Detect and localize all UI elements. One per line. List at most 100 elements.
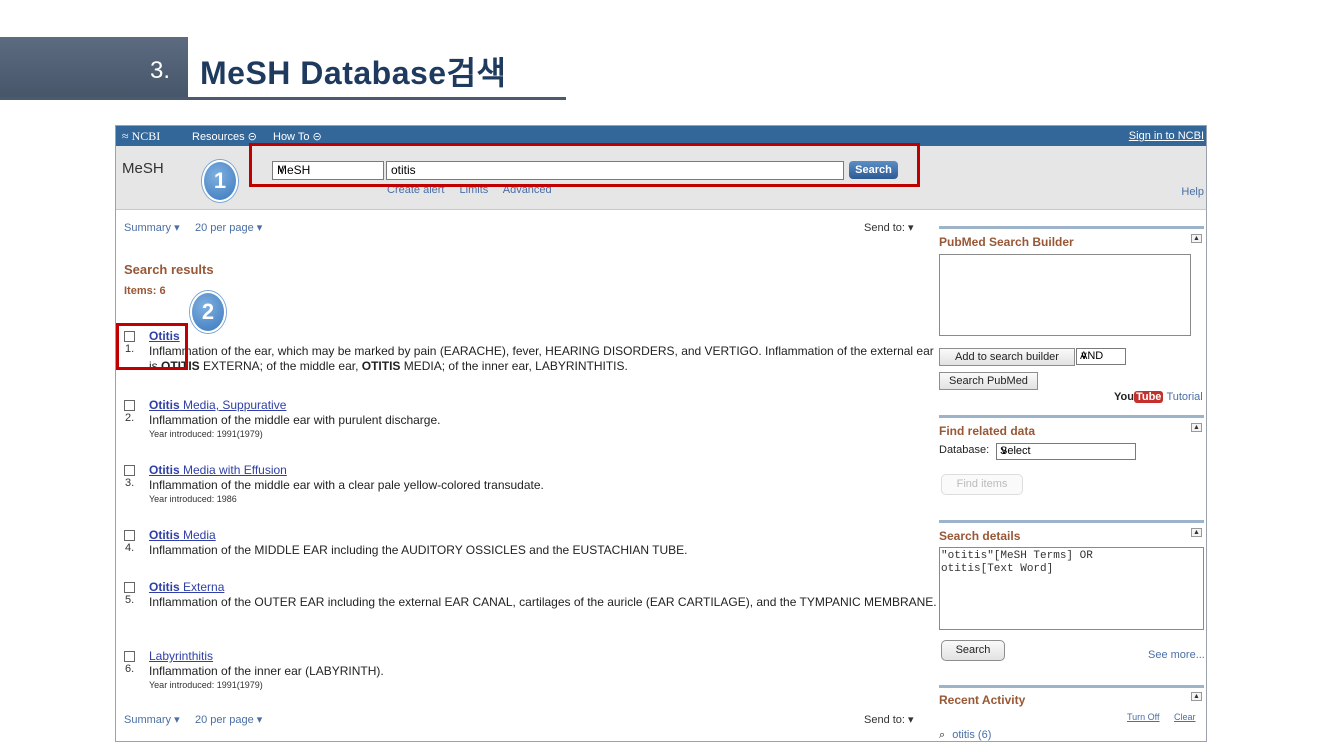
result-year: Year introduced: 1986	[149, 494, 237, 504]
result-title-link[interactable]: Otitis Media with Effusion	[149, 463, 287, 477]
result-number: 6.	[125, 663, 135, 675]
see-more-link[interactable]: See more...	[1148, 649, 1205, 661]
result-title-link[interactable]: Otitis Media, Suppurative	[149, 398, 286, 412]
recent-activity-label: otitis (6)	[952, 729, 992, 741]
result-number: 2.	[125, 412, 135, 424]
result-checkbox[interactable]	[124, 582, 135, 593]
per-page-label: 20 per page	[195, 714, 254, 726]
recent-activity-title: Recent Activity	[939, 693, 1026, 707]
slide-title: MeSH Database검색	[200, 55, 507, 91]
result-item: 1. Otitis Inflammation of the ear, which…	[124, 329, 934, 373]
send-to-menu[interactable]: Send to: ▾	[864, 221, 914, 234]
caret-down-icon: ▾	[174, 222, 180, 234]
result-title-link[interactable]: Otitis Media	[149, 528, 216, 542]
query-line: otitis[Text Word]	[941, 563, 1054, 575]
slide-header-underline	[0, 97, 566, 100]
sign-in-link[interactable]: Sign in to NCBI	[1129, 130, 1204, 142]
result-title-rest: Media	[179, 528, 216, 542]
result-desc-part: MEDIA; of the inner ear, LABYRINTHITIS.	[400, 359, 628, 373]
collapse-icon[interactable]: ▲	[1191, 528, 1202, 537]
summary-format-menu[interactable]: Summary ▾	[124, 221, 180, 234]
tutorial-label: Tutorial	[1166, 391, 1203, 403]
search-builder-box[interactable]	[939, 254, 1191, 336]
related-database-select[interactable]: Select ∨	[996, 443, 1136, 460]
result-item: 2. Otitis Media, Suppurative Inflammatio…	[124, 398, 934, 439]
search-details-query[interactable]: "otitis"[MeSH Terms] OR otitis[Text Word…	[939, 547, 1204, 630]
help-link[interactable]: Help	[1181, 186, 1204, 198]
panel-divider	[939, 685, 1204, 688]
result-year: Year introduced: 1991(1979)	[149, 680, 263, 690]
result-desc-part: EXTERNA; of the middle ear,	[199, 359, 362, 373]
database-label: Database:	[939, 444, 990, 456]
caret-down-icon: ▾	[256, 714, 263, 726]
chevron-down-icon: ⊝	[247, 131, 257, 143]
clear-link[interactable]: Clear	[1174, 712, 1196, 722]
summary-label: Summary	[124, 222, 172, 234]
panel-divider	[939, 226, 1204, 229]
chevron-down-icon: ∨	[1000, 445, 1009, 457]
result-description: Inflammation of the OUTER EAR including …	[149, 595, 937, 609]
ncbi-logo-icon: ≈	[122, 129, 129, 143]
panel-divider	[939, 415, 1204, 418]
result-title-link[interactable]: Labyrinthitis	[149, 649, 213, 663]
search-icon: ⌕	[939, 729, 946, 741]
resources-menu-label: Resources	[192, 131, 245, 143]
search-builder-title: PubMed Search Builder	[939, 235, 1074, 249]
search-details-title: Search details	[939, 529, 1021, 543]
search-pubmed-button[interactable]: Search PubMed	[939, 372, 1038, 390]
search-highlight-box	[249, 143, 920, 187]
find-related-title: Find related data	[939, 424, 1036, 438]
result-checkbox[interactable]	[124, 465, 135, 476]
result-number: 5.	[125, 594, 135, 606]
chevron-down-icon: ∨	[1080, 350, 1089, 362]
send-to-menu-bottom[interactable]: Send to: ▾	[864, 713, 914, 726]
recent-activity-item[interactable]: ⌕ otitis (6)	[939, 729, 992, 741]
per-page-menu-bottom[interactable]: 20 per page ▾	[195, 713, 262, 726]
result-checkbox[interactable]	[124, 530, 135, 541]
add-to-search-builder-button[interactable]: Add to search builder	[939, 348, 1075, 366]
result-item: 3. Otitis Media with Effusion Inflammati…	[124, 463, 934, 504]
collapse-icon[interactable]: ▲	[1191, 234, 1202, 243]
per-page-label: 20 per page	[195, 222, 254, 234]
caret-down-icon: ▾	[174, 714, 180, 726]
result-item: 5. Otitis Externa Inflammation of the OU…	[124, 580, 937, 620]
result-description: Inflammation of the middle ear with a cl…	[149, 478, 544, 492]
collapse-icon[interactable]: ▲	[1191, 423, 1202, 432]
ncbi-logo-text: NCBI	[131, 129, 161, 143]
per-page-menu[interactable]: 20 per page ▾	[195, 221, 262, 234]
result-number: 4.	[125, 542, 135, 554]
ncbi-logo[interactable]: ≈ NCBI	[122, 129, 160, 144]
result-item: 6. Labyrinthitis Inflammation of the inn…	[124, 649, 934, 690]
result-item: 4. Otitis Media Inflammation of the MIDD…	[124, 528, 934, 558]
result-title-bold: Otitis	[149, 398, 180, 412]
details-search-button[interactable]: Search	[941, 640, 1005, 661]
operator-select[interactable]: AND ∨	[1076, 348, 1126, 365]
result-checkbox[interactable]	[124, 651, 135, 662]
result-title-bold: Otitis	[149, 528, 180, 542]
result-desc-bold: OTITIS	[361, 359, 401, 373]
send-to-label: Send to:	[864, 222, 905, 234]
result-description: Inflammation of the middle ear with puru…	[149, 413, 441, 427]
slide-number: 3.	[150, 57, 171, 84]
summary-format-menu-bottom[interactable]: Summary ▾	[124, 713, 180, 726]
result-title-link[interactable]: Otitis Externa	[149, 580, 224, 594]
resources-menu[interactable]: Resources ⊝	[192, 130, 257, 143]
panel-divider	[939, 520, 1204, 523]
result-checkbox[interactable]	[124, 400, 135, 411]
step-badge-1: 1	[202, 160, 238, 202]
results-heading: Search results	[124, 262, 214, 277]
result-number: 3.	[125, 477, 135, 489]
database-name: MeSH	[122, 160, 164, 177]
how-to-menu[interactable]: How To ⊝	[273, 130, 322, 143]
youtube-logo-you: You	[1114, 391, 1134, 403]
youtube-logo-tube: Tube	[1133, 391, 1164, 403]
result-title-rest: Externa	[179, 580, 225, 594]
collapse-icon[interactable]: ▲	[1191, 692, 1202, 701]
youtube-tutorial-link[interactable]: You Tube Tutorial	[1114, 391, 1203, 403]
find-items-button[interactable]: Find items	[941, 474, 1023, 495]
ncbi-mesh-page: ≈ NCBI Resources ⊝ How To ⊝ Sign in to NC…	[115, 125, 1207, 742]
step-badge-2: 2	[190, 291, 226, 333]
caret-down-icon: ▾	[908, 222, 914, 234]
turn-off-link[interactable]: Turn Off	[1127, 712, 1160, 722]
summary-label: Summary	[124, 714, 172, 726]
